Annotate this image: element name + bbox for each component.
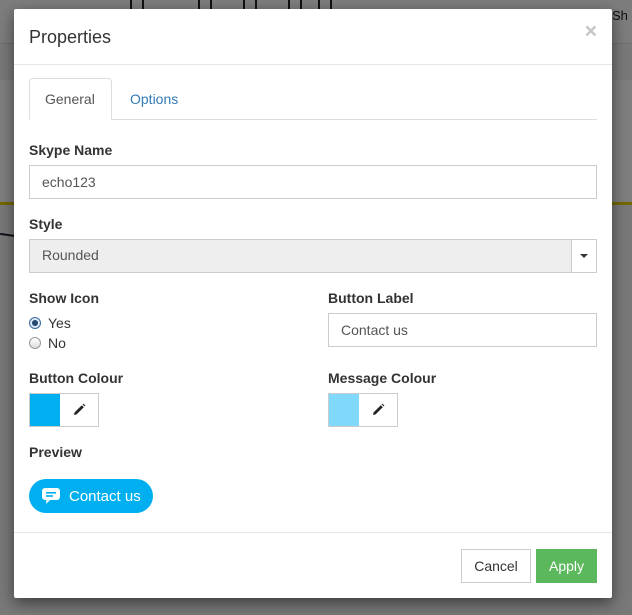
cancel-button[interactable]: Cancel — [461, 549, 531, 583]
button-label-label: Button Label — [328, 290, 414, 306]
style-label: Style — [29, 216, 63, 232]
modal-body: General Options Skype Name Style Rounded… — [29, 65, 597, 513]
modal-title: Properties — [29, 27, 112, 47]
button-colour-label: Button Colour — [29, 370, 124, 386]
message-colour-edit-button[interactable] — [359, 394, 397, 426]
close-button[interactable]: × — [585, 21, 597, 42]
pencil-icon — [74, 403, 86, 415]
button-colour-picker[interactable] — [29, 393, 99, 427]
message-colour-picker[interactable] — [328, 393, 398, 427]
show-icon-label: Show Icon — [29, 290, 99, 306]
message-colour-label: Message Colour — [328, 370, 437, 386]
preview-button-text: Contact us — [69, 487, 141, 505]
skype-name-label: Skype Name — [29, 142, 113, 158]
show-icon-radio-group: Yes No — [29, 313, 71, 353]
modal-footer: Cancel Apply — [14, 532, 612, 598]
tab-options[interactable]: Options — [114, 78, 194, 120]
button-colour-swatch[interactable] — [30, 394, 60, 426]
show-icon-no-option[interactable]: No — [29, 333, 71, 353]
radio-no-label[interactable]: No — [48, 335, 66, 351]
radio-no[interactable] — [29, 337, 41, 349]
button-label-input[interactable] — [328, 313, 597, 347]
modal-header: Properties × — [14, 9, 612, 65]
pencil-icon — [373, 403, 385, 415]
preview-label: Preview — [29, 444, 82, 460]
style-select[interactable]: Rounded — [29, 239, 597, 273]
chat-bubble-icon — [42, 488, 60, 504]
tab-bar: General Options — [29, 78, 597, 120]
style-select-value[interactable]: Rounded — [30, 240, 571, 272]
radio-yes-label[interactable]: Yes — [48, 315, 71, 331]
message-colour-swatch[interactable] — [329, 394, 359, 426]
button-colour-edit-button[interactable] — [60, 394, 98, 426]
skype-name-input[interactable] — [29, 165, 597, 199]
tab-general[interactable]: General — [29, 78, 112, 120]
properties-dialog: Properties × General Options Skype Name … — [14, 9, 612, 598]
radio-yes[interactable] — [29, 317, 41, 329]
chevron-down-icon[interactable] — [571, 240, 596, 272]
show-icon-yes-option[interactable]: Yes — [29, 313, 71, 333]
preview-contact-button[interactable]: Contact us — [29, 479, 153, 513]
apply-button[interactable]: Apply — [536, 549, 597, 583]
